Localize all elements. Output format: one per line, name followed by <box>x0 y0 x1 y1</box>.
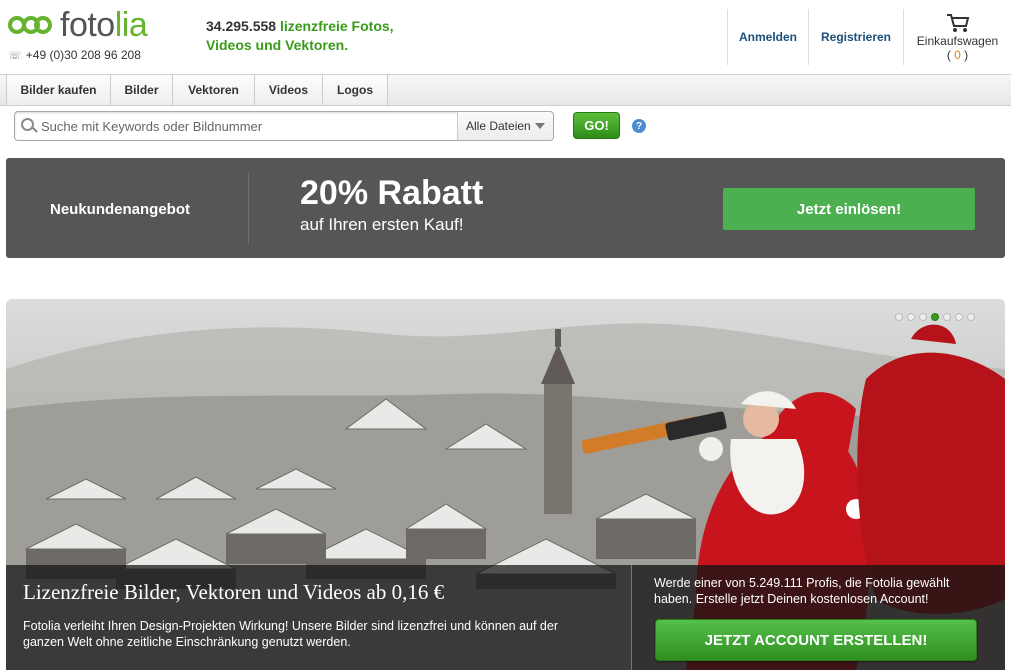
phone-number: ☏ +49 (0)30 208 96 208 <box>8 48 141 62</box>
slide-dot-active[interactable] <box>931 313 939 321</box>
search-input[interactable] <box>39 114 453 138</box>
tab-bilder[interactable]: Bilder <box>111 75 173 105</box>
slide-dot[interactable] <box>907 313 915 321</box>
promo-subline: auf Ihren ersten Kauf! <box>300 215 464 234</box>
shopping-cart-icon <box>946 13 969 32</box>
help-icon[interactable]: ? <box>632 119 646 133</box>
register-link[interactable]: Registrieren <box>808 9 903 65</box>
slide-dot[interactable] <box>955 313 963 321</box>
file-type-select[interactable]: Alle Dateien <box>457 112 553 140</box>
tagline-line2: Videos und Vektoren. <box>206 37 349 53</box>
search-bar: Alle Dateien GO! ? <box>0 106 1011 150</box>
signup-panel: Werde einer von 5.249.111 Profis, die Fo… <box>631 565 1005 670</box>
cart-count: ( 0 ) <box>946 47 969 62</box>
logo-rings-icon <box>6 11 54 39</box>
logo-wordmark: fotolia <box>60 6 148 44</box>
tagline-line1: lizenzfreie Fotos, <box>279 18 394 34</box>
file-type-selected: Alle Dateien <box>466 119 531 133</box>
fotolia-logo[interactable]: fotolia <box>6 6 148 44</box>
cart-label: Einkaufswagen <box>916 33 999 48</box>
slide-dot[interactable] <box>895 313 903 321</box>
cart-count-number: 0 <box>954 47 961 62</box>
redeem-button[interactable]: Jetzt einlösen! <box>723 188 975 230</box>
main-nav: Bilder kaufen Bilder Vektoren Videos Log… <box>0 74 1011 106</box>
slide-dot[interactable] <box>919 313 927 321</box>
slide-dot[interactable] <box>943 313 951 321</box>
nav-tabs: Bilder kaufen Bilder Vektoren Videos Log… <box>6 75 388 105</box>
asset-count: 34.295.558 <box>206 18 277 34</box>
tab-logos[interactable]: Logos <box>323 75 388 105</box>
tab-videos[interactable]: Videos <box>255 75 323 105</box>
site-tagline: 34.295.558 lizenzfreie Fotos, Videos und… <box>206 17 394 55</box>
hero-caption: Lizenzfreie Bilder, Vektoren und Videos … <box>6 565 631 670</box>
phone-text: +49 (0)30 208 96 208 <box>25 48 141 62</box>
tab-vektoren[interactable]: Vektoren <box>173 75 255 105</box>
cart-link[interactable]: Einkaufswagen ( 0 ) <box>903 9 1011 65</box>
search-go-button[interactable]: GO! <box>573 112 620 139</box>
promo-headline: 20% Rabatt <box>300 174 484 212</box>
promo-label: Neukundenangebot <box>50 201 191 218</box>
hero-slider: Lizenzfreie Bilder, Vektoren und Videos … <box>6 299 1005 670</box>
new-customer-promo: Neukundenangebot 20% Rabatt auf Ihren er… <box>6 158 1005 258</box>
slide-dot[interactable] <box>967 313 975 321</box>
signup-text: Werde einer von 5.249.111 Profis, die Fo… <box>654 576 950 606</box>
hero-description: Fotolia verleiht Ihren Design-Projekten … <box>23 619 558 649</box>
create-account-button[interactable]: JETZT ACCOUNT ERSTELLEN! <box>655 619 977 661</box>
search-box: Alle Dateien <box>14 111 554 141</box>
hero-title: Lizenzfreie Bilder, Vektoren und Videos … <box>23 580 445 604</box>
phone-icon: ☏ <box>8 49 22 62</box>
tab-bilder-kaufen[interactable]: Bilder kaufen <box>7 75 111 105</box>
login-link[interactable]: Anmelden <box>727 9 808 65</box>
site-header: fotolia ☏ +49 (0)30 208 96 208 34.295.55… <box>0 0 1011 74</box>
chevron-down-icon <box>535 123 545 129</box>
promo-divider <box>248 173 249 244</box>
search-icon <box>21 118 34 131</box>
account-links: Anmelden Registrieren Einkaufswagen ( 0 … <box>727 9 1011 65</box>
slide-dots <box>895 313 975 321</box>
